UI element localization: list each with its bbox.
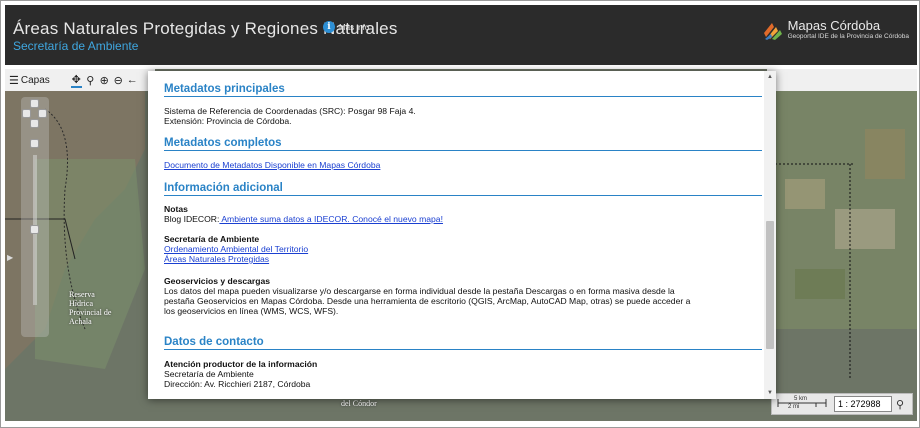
section-title-additional-info: Información adicional [164,182,762,196]
geoservices-text-1: Los datos del mapa pueden visualizarse y… [164,286,675,296]
scale-bar: 5 km 2 mi [776,396,828,412]
contact-org: Secretaría de Ambiente [164,369,254,379]
zoom-extent-button[interactable] [30,139,39,148]
zoom-icon[interactable]: ⚲ [85,74,96,87]
menu-icon: ☰ [9,74,19,87]
scroll-up-icon[interactable]: ▲ [767,74,773,80]
scale-widget: 5 km 2 mi ⚲ [771,393,913,415]
zoom-out-icon[interactable]: ⊖ [113,74,124,87]
map-toolbar: ☰ Capas ✥ ⚲ ⊕ ⊖ ← [5,69,155,91]
crs-text: Sistema de Referencia de Coordenadas (SR… [164,106,416,116]
areas-protegidas-link[interactable]: Áreas Naturales Protegidas [164,254,746,264]
notes-label: Notas [164,204,188,214]
extent-text: Extensión: Provincia de Córdoba. [164,116,292,126]
scroll-down-icon[interactable]: ▼ [767,390,773,396]
brand-title: Mapas Córdoba [787,18,881,33]
app-window: Áreas Naturales Protegidas y Regiones Na… [0,0,920,428]
search-icon[interactable]: ⚲ [896,398,904,411]
brand-logo[interactable]: Mapas Córdoba Geoportal IDE de la Provin… [762,19,909,41]
blog-prefix: Blog IDECOR: [164,214,220,224]
metadata-content[interactable]: Metadatos principales Sistema de Referen… [148,71,762,399]
pan-left-button[interactable] [22,109,31,118]
pan-up-button[interactable] [30,99,39,108]
geoservices-text-3: los geoservicios en línea (WMS, WCS, WFS… [164,306,339,316]
ordenamiento-link[interactable]: Ordenamiento Ambiental del Territorio [164,244,746,254]
condor-map-label: del Cóndor [341,399,377,408]
back-icon[interactable]: ← [127,74,138,86]
geoservices-label: Geoservicios y descargas [164,276,271,286]
info-icon: i [323,21,335,33]
reserve-map-label: Reserva Hídrica Provincial de Achala [69,290,112,326]
more-info-label: Más info [339,22,370,32]
pan-down-button[interactable] [30,119,39,128]
pan-right-button[interactable] [38,109,47,118]
mapas-cordoba-logo-icon [763,23,782,40]
app-subtitle: Secretaría de Ambiente [13,39,139,53]
contact-label: Atención productor de la información [164,359,318,369]
metadata-dialog: Metadatos principales Sistema de Referen… [148,71,776,399]
app-header: Áreas Naturales Protegidas y Regiones Na… [5,5,917,65]
blog-line: Blog IDECOR: Ambiente suma datos a IDECO… [164,214,746,224]
zoom-in-icon[interactable]: ⊕ [99,74,110,87]
brand-subtitle: Geoportal IDE de la Provincia de Córdoba [787,33,909,40]
section-title-contact: Datos de contacto [164,336,762,350]
geoservices-text-2: pestaña Geoservicios en Mapas Córdoba. D… [164,296,691,306]
map-toolbar-right [767,69,917,91]
panel-toggle-icon[interactable]: ▶ [7,253,13,262]
zoom-slider-handle[interactable] [30,225,39,234]
section-title-main-metadata: Metadatos principales [164,83,762,97]
scrollbar-thumb[interactable] [766,221,774,349]
dialog-scrollbar[interactable]: ▲ ▼ [764,71,776,399]
layers-label: Capas [20,74,50,86]
section-title-full-metadata: Metadatos completos [164,137,762,151]
layers-button[interactable]: ☰ Capas [9,74,50,87]
more-info-link[interactable]: i Más info [323,21,369,33]
scale-input[interactable] [834,396,892,412]
map-navigation [21,97,49,337]
secretaria-label: Secretaría de Ambiente [164,234,260,244]
blog-link[interactable]: Ambiente suma datos a IDECOR. Conocé el … [219,214,443,224]
contact-address: Dirección: Av. Ricchieri 2187, Córdoba [164,379,311,389]
metadata-document-link[interactable]: Documento de Metadatos Disponible en Map… [164,160,746,170]
pan-icon[interactable]: ✥ [70,73,82,88]
